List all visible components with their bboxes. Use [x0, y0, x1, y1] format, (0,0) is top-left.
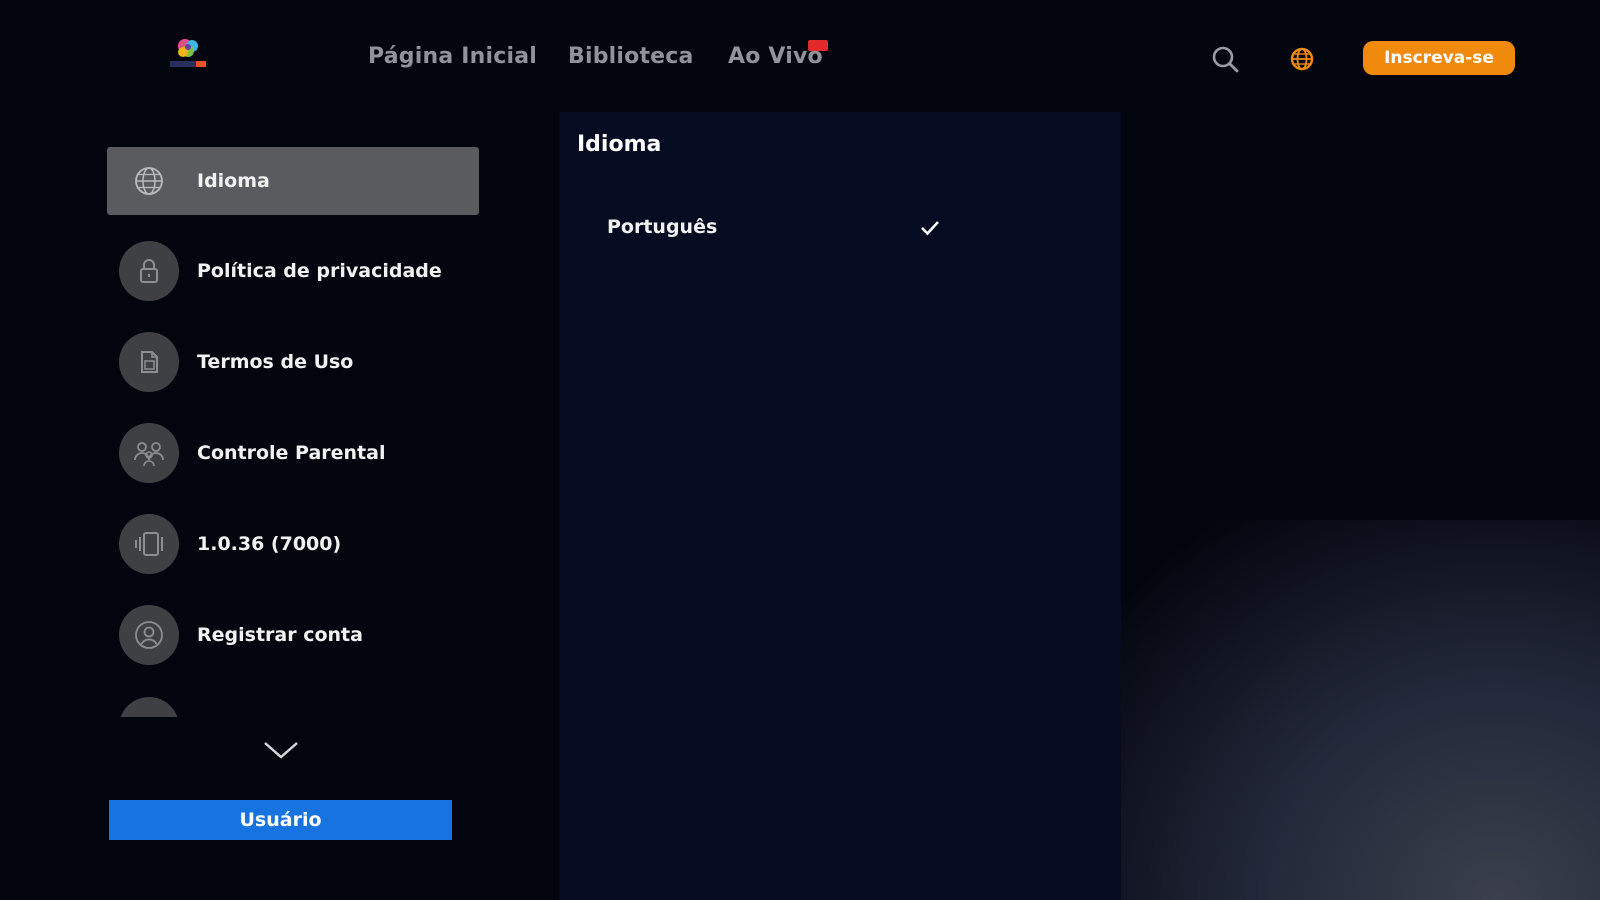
sidebar-item-label: Controle Parental	[197, 442, 386, 464]
sidebar-item-parental[interactable]: Controle Parental	[107, 419, 479, 487]
user-button[interactable]: Usuário	[109, 800, 452, 840]
subscribe-button[interactable]: Inscreva-se	[1363, 41, 1515, 75]
search-icon[interactable]	[1210, 44, 1240, 74]
sidebar-item-terms[interactable]: Termos de Uso	[107, 328, 479, 396]
device-icon	[119, 514, 179, 574]
sidebar-item-label: Registrar conta	[197, 624, 363, 646]
sidebar-item-version[interactable]: 1.0.36 (7000)	[107, 510, 479, 578]
nav-library[interactable]: Biblioteca	[568, 44, 694, 69]
user-icon	[119, 605, 179, 665]
background-glow	[1080, 520, 1600, 900]
checkmark-icon	[919, 218, 941, 238]
panel-title: Idioma	[577, 132, 662, 157]
sidebar-item-label: 1.0.36 (7000)	[197, 533, 342, 555]
sidebar-item-label: Política de privacidade	[197, 260, 442, 282]
globe-icon	[119, 151, 179, 211]
sidebar-item-label: Termos de Uso	[197, 351, 354, 373]
language-globe-icon[interactable]	[1287, 44, 1317, 74]
top-bar: Página Inicial Biblioteca Ao Vivo Inscre…	[0, 0, 1600, 110]
app-logo[interactable]	[166, 34, 210, 72]
sidebar-item-language[interactable]: Idioma	[107, 147, 479, 215]
sidebar-item-label: Idioma	[197, 170, 270, 192]
nav-home[interactable]: Página Inicial	[368, 44, 537, 69]
lock-icon	[119, 241, 179, 301]
language-option-label: Português	[607, 216, 718, 238]
people-icon	[119, 423, 179, 483]
chevron-down-icon[interactable]	[262, 738, 300, 762]
live-badge-icon	[808, 40, 828, 51]
language-panel: Idioma Português	[559, 112, 1121, 900]
language-option[interactable]: Português	[589, 208, 949, 248]
sidebar-item-register[interactable]: Registrar conta	[107, 601, 479, 669]
sidebar-item-partial	[119, 697, 179, 717]
sidebar-item-privacy[interactable]: Política de privacidade	[107, 237, 479, 305]
document-icon	[119, 332, 179, 392]
